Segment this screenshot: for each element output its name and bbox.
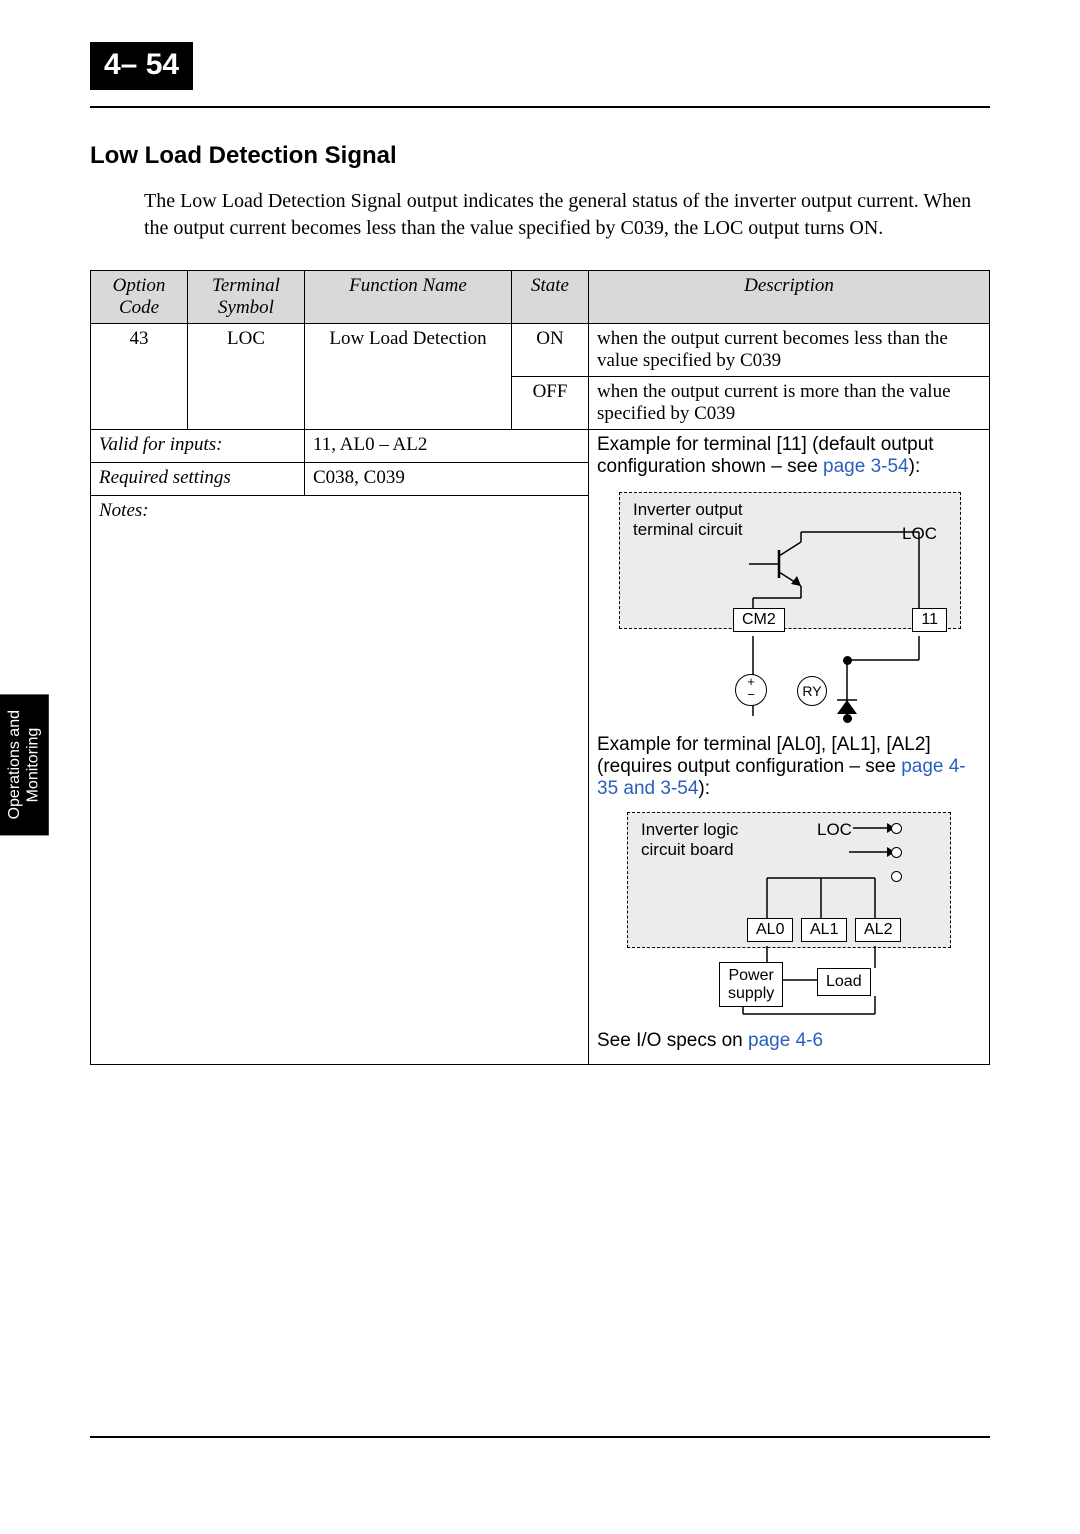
top-rule bbox=[90, 106, 990, 108]
cell-state-off: OFF bbox=[512, 377, 589, 430]
cell-required-settings: C038, C039 bbox=[305, 463, 589, 496]
d2-terminal-al1: AL1 bbox=[801, 918, 847, 942]
section-title: Low Load Detection Signal bbox=[90, 142, 990, 170]
cell-function-name: Low Load Detection bbox=[305, 324, 512, 430]
th-state: State bbox=[512, 271, 589, 324]
cell-diagrams: Example for terminal [11] (default outpu… bbox=[589, 430, 990, 1065]
d1-terminal-11: 11 bbox=[912, 608, 947, 632]
th-option-code: Option Code bbox=[91, 271, 188, 324]
d2-power-supply: Powersupply bbox=[719, 962, 783, 1007]
bottom-rule bbox=[90, 1436, 990, 1438]
row-valid-inputs: Valid for inputs: 11, AL0 – AL2 Example … bbox=[91, 430, 990, 463]
example2-text: Example for terminal [AL0], [AL1], [AL2]… bbox=[597, 734, 981, 800]
d1-wires bbox=[619, 486, 959, 716]
cell-state-on: ON bbox=[512, 324, 589, 377]
cell-desc-off: when the output current is more than the… bbox=[589, 377, 990, 430]
example2-pre: Example for terminal [AL0], [AL1], [AL2]… bbox=[597, 734, 931, 777]
d1-battery: +− bbox=[735, 674, 767, 706]
row-on: 43 LOC Low Load Detection ON when the ou… bbox=[91, 324, 990, 377]
d2-terminal-al2: AL2 bbox=[855, 918, 901, 942]
io-specs-text: See I/O specs on page 4-6 bbox=[597, 1030, 981, 1052]
cell-terminal-symbol: LOC bbox=[188, 324, 305, 430]
th-description: Description bbox=[589, 271, 990, 324]
link-page-4-6[interactable]: page 4-6 bbox=[748, 1030, 823, 1051]
d2-contact-1 bbox=[891, 823, 902, 834]
d2-contact-2 bbox=[891, 847, 902, 858]
example1-post: ): bbox=[909, 456, 921, 477]
d2-load: Load bbox=[817, 968, 871, 996]
table-header-row: Option Code Terminal Symbol Function Nam… bbox=[91, 271, 990, 324]
example2-post: ): bbox=[698, 778, 710, 799]
cell-required-settings-label: Required settings bbox=[91, 463, 305, 496]
d2-terminal-al0: AL0 bbox=[747, 918, 793, 942]
d1-node-dot-2 bbox=[843, 714, 852, 723]
cell-valid-inputs-label: Valid for inputs: bbox=[91, 430, 305, 463]
cell-valid-inputs: 11, AL0 – AL2 bbox=[305, 430, 589, 463]
d1-node-dot-1 bbox=[843, 656, 852, 665]
cell-desc-on: when the output current becomes less tha… bbox=[589, 324, 990, 377]
intro-paragraph: The Low Load Detection Signal output ind… bbox=[144, 188, 990, 242]
d2-contact-3 bbox=[891, 871, 902, 882]
d2-wires bbox=[619, 808, 959, 1018]
diagram-1: Inverter outputterminal circuit LOC bbox=[619, 486, 959, 716]
page-number: 4– 54 bbox=[90, 42, 193, 90]
signal-table: Option Code Terminal Symbol Function Nam… bbox=[90, 270, 990, 1065]
th-function-name: Function Name bbox=[305, 271, 512, 324]
th-terminal-symbol: Terminal Symbol bbox=[188, 271, 305, 324]
example1-text: Example for terminal [11] (default outpu… bbox=[597, 434, 981, 478]
link-page-3-54[interactable]: page 3-54 bbox=[823, 456, 909, 477]
side-tab: Operations andMonitoring bbox=[0, 694, 49, 835]
diagram-2: Inverter logiccircuit board LOC bbox=[619, 808, 959, 1018]
cell-notes: Notes: bbox=[91, 496, 589, 1065]
cell-option-code: 43 bbox=[91, 324, 188, 430]
io-specs-pre: See I/O specs on bbox=[597, 1030, 748, 1051]
d1-relay: RY bbox=[797, 676, 827, 706]
d1-terminal-cm2: CM2 bbox=[733, 608, 785, 632]
